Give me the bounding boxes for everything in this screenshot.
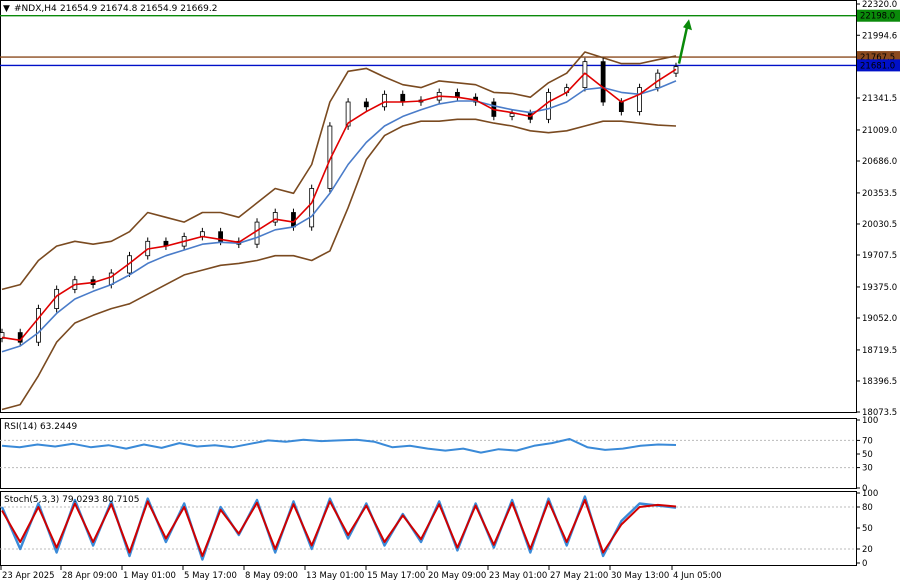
- stoch-tick-label: 0: [862, 559, 867, 569]
- candle-body: [600, 61, 606, 103]
- time-tick-label: 4 Jun 05:00: [673, 571, 722, 581]
- stoch-tick-label: 20: [862, 545, 873, 555]
- time-tick-label: 28 Apr 09:00: [62, 571, 117, 581]
- price-tick-label: 22320.0: [862, 0, 897, 10]
- time-tick-label: 1 May 01:00: [123, 571, 176, 581]
- rsi-tick-label: 100: [862, 416, 878, 426]
- time-tick-label: 20 May 09:00: [428, 571, 486, 581]
- price-tick-label: 21341.5: [862, 94, 897, 104]
- rsi-tick-label: 70: [862, 436, 873, 446]
- time-tick-label: 23 Apr 2025: [2, 571, 55, 581]
- candle-body: [400, 93, 406, 103]
- symbol-label: #NDX,H4: [14, 4, 57, 14]
- rsi-tick-label: 30: [862, 464, 873, 474]
- time-tick-label: 15 May 17:00: [367, 571, 425, 581]
- candle-body: [363, 101, 369, 108]
- price-panel: [0, 0, 857, 413]
- price-tick-label: 18396.5: [862, 377, 897, 387]
- rsi-panel: [0, 418, 857, 489]
- candle-body: [637, 87, 642, 113]
- candle-body: [509, 113, 515, 117]
- stoch-tick-label: 100: [862, 489, 878, 499]
- time-tick-label: 27 May 21:00: [550, 571, 608, 581]
- price-tick-label: 20686.0: [862, 157, 897, 167]
- price-tick-label: 20030.5: [862, 220, 897, 230]
- time-tick-label: 5 May 17:00: [184, 571, 237, 581]
- price-tick-label: 21009.0: [862, 126, 897, 136]
- candle-body: [36, 308, 41, 343]
- price-tick-label: 20353.5: [862, 189, 897, 199]
- price-tick-label: 19375.0: [862, 283, 897, 293]
- time-tick-label: 13 May 01:00: [306, 571, 364, 581]
- time-tick-label: 8 May 09:00: [245, 571, 298, 581]
- stoch-tick-label: 80: [862, 503, 873, 513]
- candle-body: [254, 221, 260, 245]
- price-tick-label: 21994.6: [862, 31, 897, 41]
- rsi-tick-label: 50: [862, 450, 873, 460]
- stoch-tick-label: 50: [862, 524, 873, 534]
- time-tick-label: 30 May 13:00: [611, 571, 669, 581]
- price-tick-label: 19052.0: [862, 314, 897, 324]
- level-marker-label: 22198.0: [860, 12, 895, 22]
- candle-body: [382, 93, 387, 108]
- time-tick-label: 23 May 01:00: [489, 571, 547, 581]
- candle-body: [108, 272, 114, 285]
- candle-body: [309, 188, 315, 228]
- ohlc-readout: 21654.9 21674.8 21654.9 21669.2: [60, 4, 217, 14]
- trading-chart: 22320.021994.621669.221341.521009.020686…: [0, 0, 900, 581]
- price-tick-label: 19707.5: [862, 251, 897, 261]
- price-tick-label: 18719.5: [862, 346, 897, 356]
- chevron-down-icon[interactable]: ▼: [3, 4, 10, 14]
- candle-body: [546, 91, 551, 120]
- stoch-label: Stoch(5,3,3) 79.0293 80.7105: [4, 495, 139, 505]
- rsi-label: RSI(14) 63.2449: [4, 422, 77, 432]
- candle-body: [618, 101, 624, 113]
- level-marker-label: 21681.0: [860, 61, 895, 71]
